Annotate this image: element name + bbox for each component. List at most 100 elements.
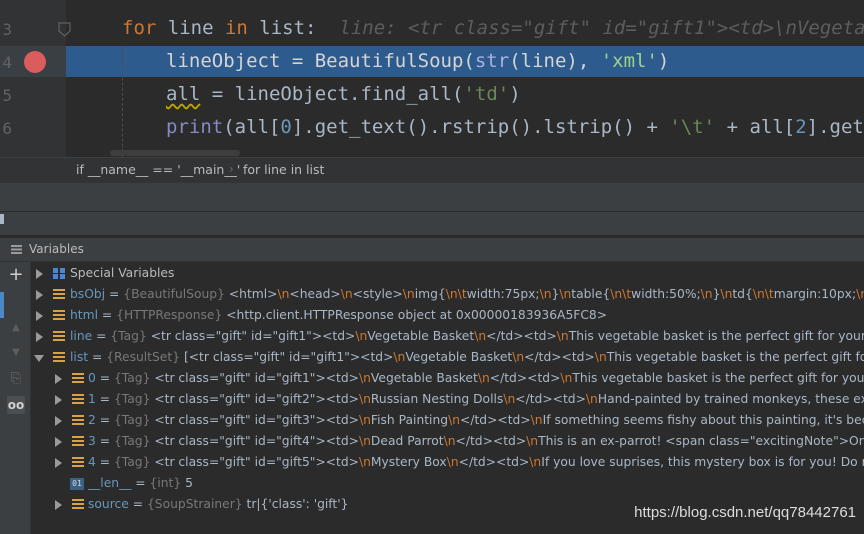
escape-sequence: \t [457, 287, 467, 301]
row-name: 1 [88, 392, 96, 406]
escape-sequence: \n [752, 287, 765, 301]
tree-row[interactable]: html = {HTTPResponse} <http.client.HTTPR… [31, 305, 864, 326]
expand-arrow-icon[interactable] [36, 332, 43, 342]
tree-row[interactable]: 3 = {Tag} <tr class="gift" id="gift4"><t… [31, 431, 864, 452]
row-value: [<tr class="gift" id="gift1"><td>\nVeget… [183, 350, 864, 364]
fold-marker-icon[interactable] [58, 22, 71, 38]
variables-tree[interactable]: Special Variables bsObj = {BeautifulSoup… [31, 262, 864, 534]
row-equals: = [95, 455, 114, 469]
escape-sequence: \n [610, 287, 623, 301]
tree-row[interactable]: 0 = {Tag} <tr class="gift" id="gift1"><t… [31, 368, 864, 389]
panel-menu-icon[interactable] [11, 245, 22, 254]
row-value: <tr class="gift" id="gift1"><td>\nVegeta… [154, 371, 864, 385]
code-line-4[interactable]: lineObject = BeautifulSoup(str(line), 'x… [166, 50, 669, 72]
row-name: source [88, 497, 129, 511]
row-name: bsObj [70, 287, 106, 301]
row-equals: = [105, 287, 124, 301]
row-type: {SoupStrainer} [146, 497, 247, 511]
row-value: <tr class="gift" id="gift3"><td>\nFish P… [154, 413, 864, 427]
breadcrumb: if __name__ == '__main__' › for line in … [0, 157, 864, 183]
tree-row[interactable]: list = {ResultSet} [<tr class="gift" id=… [31, 347, 864, 368]
expand-arrow-icon[interactable] [36, 290, 43, 300]
horizontal-scrollbar[interactable] [110, 150, 240, 156]
move-up-button[interactable]: ▲ [7, 319, 25, 337]
line-number: 3 [2, 20, 12, 39]
row-type: {Tag} [113, 392, 155, 406]
special-variables-icon [53, 268, 65, 279]
code-text: = lineObject.find_all( [200, 83, 464, 105]
tree-row[interactable]: 1 = {Tag} <tr class="gift" id="gift2"><t… [31, 389, 864, 410]
row-equals: = [128, 497, 147, 511]
code-line-3[interactable]: for line in list: line: <tr class="gift"… [122, 17, 864, 39]
string-literal: '\t' [669, 116, 716, 138]
escape-sequence: \t [764, 287, 774, 301]
escape-sequence: \n [700, 287, 713, 301]
row-type: {HTTPResponse} [116, 308, 227, 322]
expand-arrow-icon[interactable] [55, 395, 62, 405]
escape-sequence: \n [340, 287, 353, 301]
variables-panel-title: Variables [29, 242, 84, 256]
row-name: list [70, 350, 89, 364]
variable-all-warning: all [166, 83, 201, 105]
add-watch-button[interactable]: + [7, 266, 25, 284]
tree-row[interactable]: 4 = {Tag} <tr class="gift" id="gift5"><t… [31, 452, 864, 473]
expand-arrow-icon[interactable] [55, 416, 62, 426]
escape-sequence: \n [402, 287, 415, 301]
row-name: 2 [88, 413, 96, 427]
row-type: {BeautifulSoup} [123, 287, 229, 301]
copy-icon[interactable]: ⎘ [7, 370, 25, 388]
expand-arrow-icon[interactable] [55, 374, 62, 384]
breadcrumb-separator: › [229, 162, 234, 176]
expand-arrow-icon[interactable] [55, 458, 62, 468]
escape-sequence: \n [720, 287, 733, 301]
escape-sequence: \n [474, 329, 487, 343]
code-text: ) [509, 83, 521, 105]
tree-row[interactable]: 01 __len__ = {int} 5 [31, 473, 864, 494]
row-equals: = [98, 308, 117, 322]
string-literal: 'td' [463, 83, 510, 105]
field-icon [53, 289, 65, 300]
show-watches-button[interactable]: oo [7, 396, 25, 414]
row-name: html [70, 308, 99, 322]
line-number: 5 [2, 86, 12, 105]
keyword-in: in [224, 17, 248, 39]
string-literal: 'xml' [600, 50, 658, 72]
collapse-arrow-icon[interactable] [34, 355, 44, 362]
tree-row[interactable]: bsObj = {BeautifulSoup} <html>\n<head>\n… [31, 284, 864, 305]
row-type: {ResultSet} [106, 350, 184, 364]
expand-arrow-icon[interactable] [55, 500, 62, 510]
builtin-str: str [474, 50, 510, 72]
row-name: 3 [88, 434, 96, 448]
row-type: {int} [149, 476, 186, 490]
tree-row[interactable]: Special Variables [31, 263, 864, 284]
code-text: ].get_te [806, 116, 864, 138]
row-equals: = [88, 350, 107, 364]
number-literal: 2 [795, 116, 807, 138]
expand-arrow-icon[interactable] [36, 311, 43, 321]
escape-sequence: \n [512, 350, 525, 364]
code-line-6[interactable]: print(all[0].get_text().rstrip().lstrip(… [166, 116, 864, 138]
escape-sequence: \n [560, 371, 573, 385]
expand-arrow-icon[interactable] [55, 437, 62, 447]
move-down-button[interactable]: ▼ [7, 344, 25, 362]
code-text: + all[ [715, 116, 796, 138]
code-editor[interactable]: 3 4 5 6 for line in list: line: <tr clas… [0, 0, 864, 157]
breakpoint-icon[interactable] [24, 51, 46, 73]
row-name: __len__ [88, 476, 132, 490]
escape-sequence: \n [448, 413, 461, 427]
loop-var: line [156, 17, 225, 39]
row-value: <html>\n<head>\n<style>\nimg{\n\twidth:7… [229, 287, 864, 301]
code-text: (line), [509, 50, 601, 72]
tree-row[interactable]: line = {Tag} <tr class="gift" id="gift1"… [31, 326, 864, 347]
code-line-5[interactable]: all = lineObject.find_all('td') [166, 83, 521, 105]
code-text: ].get_text().rstrip().lstrip() + [291, 116, 670, 138]
breadcrumb-item[interactable]: for line in list [243, 162, 324, 177]
breadcrumb-item[interactable]: if __name__ == '__main__' [76, 162, 240, 177]
tree-row[interactable]: 2 = {Tag} <tr class="gift" id="gift3"><t… [31, 410, 864, 431]
int-icon: 01 [70, 478, 84, 490]
escape-sequence: \n [585, 392, 598, 406]
row-name: 4 [88, 455, 96, 469]
keyword-for: for [122, 17, 157, 39]
expand-arrow-icon[interactable] [36, 269, 43, 279]
field-icon [53, 310, 65, 321]
